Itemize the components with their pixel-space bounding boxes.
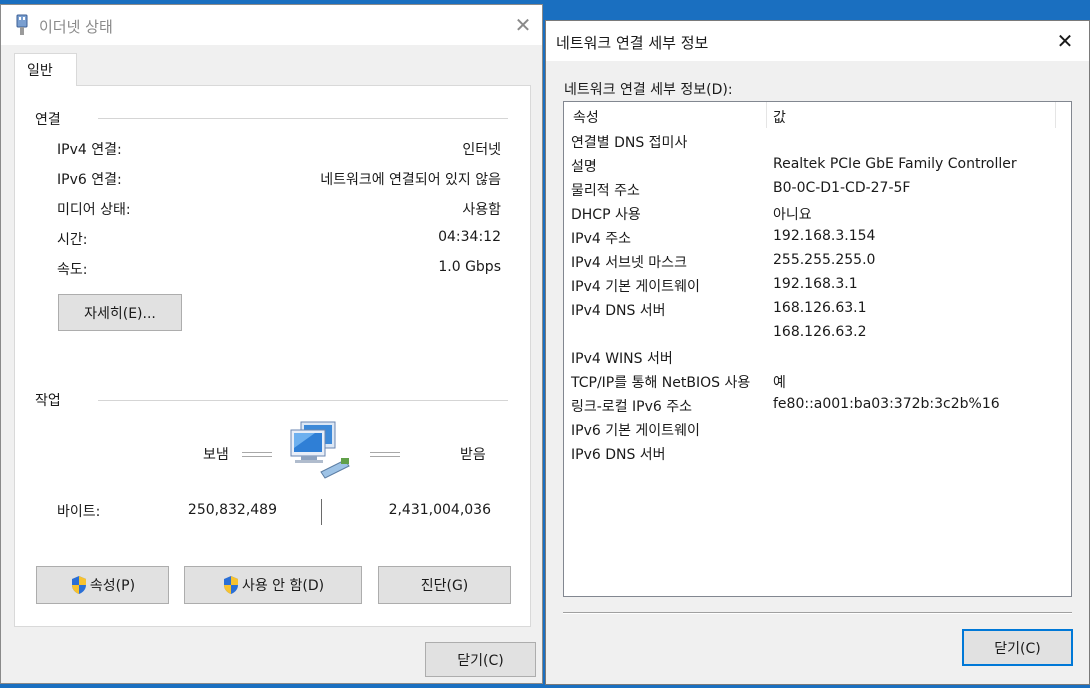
- list-item[interactable]: TCP/IP를 통해 NetBIOS 사용 예: [564, 369, 1071, 393]
- close-button[interactable]: 닫기(C): [425, 642, 536, 677]
- ipv6-connectivity-value: 네트워크에 연결되어 있지 않음: [320, 172, 501, 188]
- network-activity-icon: [287, 420, 353, 482]
- list-item[interactable]: 링크-로컬 IPv6 주소 fe80::a001:ba03:372b:3c2b%…: [564, 393, 1071, 417]
- property-name: 물리적 주소: [571, 183, 640, 199]
- property-value: 168.126.63.1: [773, 300, 867, 316]
- property-name: IPv4 DNS 서버: [571, 303, 666, 319]
- list-item[interactable]: 설명 Realtek PCIe GbE Family Controller: [564, 153, 1071, 177]
- divider: [98, 118, 508, 119]
- uac-shield-icon: [223, 576, 238, 594]
- property-value: 예: [773, 375, 786, 391]
- list-header: 속성 값: [564, 102, 1071, 128]
- property-name: IPv6 기본 게이트웨이: [571, 423, 700, 439]
- property-name: 설명: [571, 159, 597, 175]
- details-button[interactable]: 자세히(E)...: [58, 294, 182, 331]
- list-item[interactable]: IPv6 기본 게이트웨이: [564, 417, 1071, 441]
- property-name: IPv6 DNS 서버: [571, 447, 666, 463]
- list-item[interactable]: IPv4 WINS 서버: [564, 345, 1071, 369]
- properties-button-label: 속성(P): [89, 578, 136, 594]
- list-item[interactable]: IPv4 주소 192.168.3.154: [564, 225, 1071, 249]
- column-header-value[interactable]: 값: [773, 107, 786, 127]
- close-icon[interactable]: ✕: [1053, 29, 1077, 53]
- received-label: 받음: [460, 447, 486, 463]
- column-header-property[interactable]: 속성: [573, 107, 599, 127]
- sent-label: 보냄: [203, 447, 229, 463]
- speed-label: 속도:: [57, 262, 88, 278]
- property-value: fe80::a001:ba03:372b:3c2b%16: [773, 396, 1000, 412]
- media-state-label: 미디어 상태:: [57, 202, 131, 218]
- property-name: IPv4 주소: [571, 231, 631, 247]
- media-state-value: 사용함: [462, 202, 501, 218]
- close-button[interactable]: 닫기(C): [962, 629, 1073, 666]
- property-name: 링크-로컬 IPv6 주소: [571, 399, 692, 415]
- sent-line: [242, 452, 272, 457]
- connection-group-label: 연결: [35, 112, 61, 128]
- disable-button[interactable]: 사용 안 함(D): [184, 566, 362, 604]
- property-name: IPv4 서브넷 마스크: [571, 255, 687, 271]
- list-item[interactable]: 168.126.63.2: [564, 321, 1071, 345]
- duration-value: 04:34:12: [438, 229, 501, 245]
- divider: [98, 400, 508, 401]
- network-connection-details-window: 네트워크 연결 세부 정보 ✕ 네트워크 연결 세부 정보(D): 속성 값 연…: [545, 20, 1090, 685]
- property-value: 아니요: [773, 207, 812, 223]
- list-item[interactable]: IPv4 서브넷 마스크 255.255.255.0: [564, 249, 1071, 273]
- property-name: IPv4 WINS 서버: [571, 351, 673, 367]
- uac-shield-icon: [71, 576, 86, 594]
- ipv4-connectivity-value: 인터넷: [462, 142, 501, 158]
- received-line: [370, 452, 400, 457]
- list-item[interactable]: IPv4 기본 게이트웨이 192.168.3.1: [564, 273, 1071, 297]
- property-value: 255.255.255.0: [773, 252, 876, 268]
- window-title: 네트워크 연결 세부 정보: [556, 34, 709, 52]
- bytes-received-value: 2,431,004,036: [388, 502, 491, 518]
- speed-value: 1.0 Gbps: [438, 259, 501, 275]
- ipv6-connectivity-label: IPv6 연결:: [57, 172, 122, 188]
- diagnose-button[interactable]: 진단(G): [378, 566, 511, 604]
- list-item[interactable]: IPv6 DNS 서버: [564, 441, 1071, 465]
- tab-panel: [14, 85, 531, 627]
- window-title: 이더넷 상태: [39, 18, 113, 36]
- property-value: B0-0C-D1-CD-27-5F: [773, 180, 911, 196]
- details-list[interactable]: 속성 값 연결별 DNS 접미사 설명 Realtek PCIe GbE Fam…: [563, 101, 1072, 597]
- tab-label: 일반: [27, 63, 53, 79]
- column-divider: [766, 102, 767, 128]
- title-bar[interactable]: 네트워크 연결 세부 정보 ✕: [546, 21, 1089, 61]
- divider: [563, 612, 1072, 614]
- list-item[interactable]: 물리적 주소 B0-0C-D1-CD-27-5F: [564, 177, 1071, 201]
- divider: [321, 499, 322, 525]
- property-name: TCP/IP를 통해 NetBIOS 사용: [571, 375, 751, 391]
- list-item[interactable]: IPv4 DNS 서버 168.126.63.1: [564, 297, 1071, 321]
- bytes-label: 바이트:: [57, 504, 101, 520]
- activity-group-label: 작업: [35, 393, 61, 409]
- property-name: IPv4 기본 게이트웨이: [571, 279, 700, 295]
- property-value: 192.168.3.154: [773, 228, 876, 244]
- list-item[interactable]: 연결별 DNS 접미사: [564, 129, 1071, 153]
- details-list-label: 네트워크 연결 세부 정보(D):: [564, 82, 733, 98]
- properties-button[interactable]: 속성(P): [36, 566, 169, 604]
- network-adapter-icon: [14, 14, 30, 36]
- ipv4-connectivity-label: IPv4 연결:: [57, 142, 122, 158]
- title-bar[interactable]: 이더넷 상태 ✕: [1, 5, 542, 45]
- tab-general[interactable]: 일반: [14, 53, 77, 86]
- property-name: 연결별 DNS 접미사: [571, 135, 688, 151]
- property-value: 192.168.3.1: [773, 276, 858, 292]
- ethernet-status-window: 이더넷 상태 ✕ 일반 연결 IPv4 연결: 인터넷 IPv6 연결: 네트워…: [0, 4, 543, 684]
- close-icon[interactable]: ✕: [511, 13, 535, 37]
- property-value: Realtek PCIe GbE Family Controller: [773, 156, 1017, 172]
- column-divider: [1055, 102, 1056, 128]
- duration-label: 시간:: [57, 232, 88, 248]
- property-value: 168.126.63.2: [773, 324, 867, 340]
- list-item[interactable]: DHCP 사용 아니요: [564, 201, 1071, 225]
- bytes-sent-value: 250,832,489: [187, 502, 277, 518]
- property-name: DHCP 사용: [571, 207, 641, 223]
- disable-button-label: 사용 안 함(D): [241, 578, 325, 594]
